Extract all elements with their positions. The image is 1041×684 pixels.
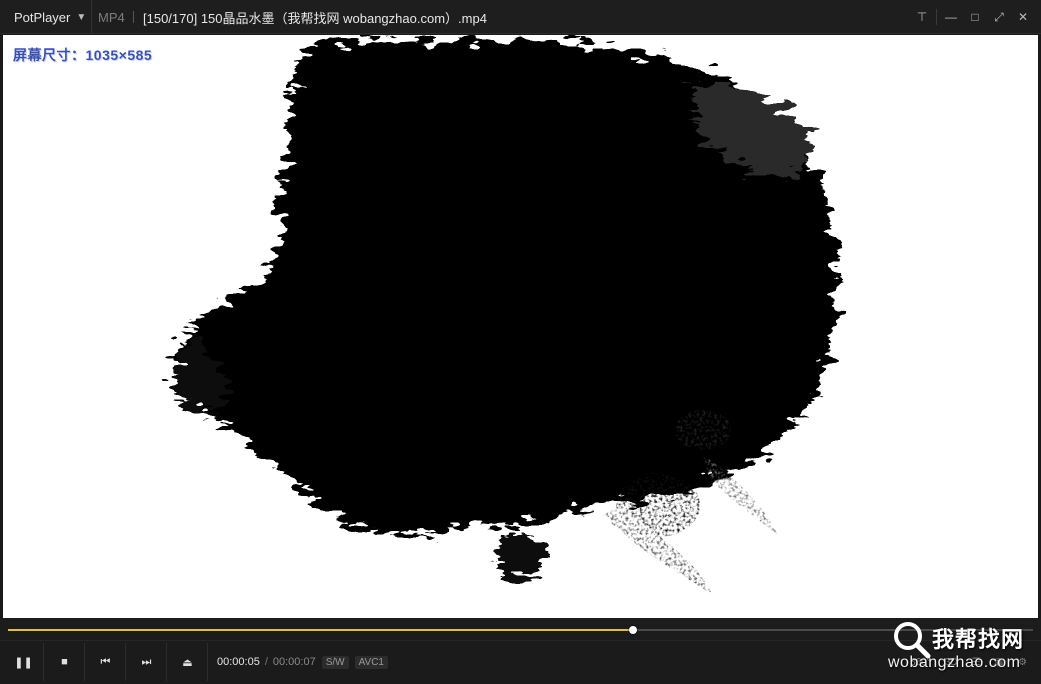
time-display: 00:00:05 / 00:00:07 S/W AVC1 bbox=[217, 641, 388, 683]
chevron-down-icon: ▼ bbox=[76, 11, 87, 23]
pin-icon: ⊤ bbox=[916, 10, 928, 24]
maximize-icon: □ bbox=[971, 10, 979, 24]
right-controls: 360° 3D ☰ ▣ ⚙ bbox=[896, 641, 1027, 683]
renderer-tag[interactable]: S/W bbox=[321, 655, 349, 669]
fullscreen-button[interactable]: ⤢ bbox=[987, 5, 1011, 29]
pause-button[interactable]: ❚❚ bbox=[4, 643, 44, 681]
control-bar: ❚❚ ■ ⏮ ⏭ ⏏ 00:00:05 / 00:00:07 S/W AVC1 360°… bbox=[0, 640, 1041, 684]
close-button[interactable]: ✕ bbox=[1011, 5, 1035, 29]
pin-button[interactable]: ⊤ bbox=[910, 5, 934, 29]
video-area[interactable]: 屏幕尺寸：1035×585 bbox=[3, 35, 1038, 618]
codec-tag[interactable]: AVC1 bbox=[354, 655, 388, 669]
previous-button[interactable]: ⏮ bbox=[86, 643, 126, 681]
previous-icon: ⏮ bbox=[100, 655, 111, 668]
vr-360-button[interactable]: 360° bbox=[910, 657, 931, 668]
eject-icon: ⏏ bbox=[182, 656, 193, 669]
ink-splash-frame bbox=[173, 37, 838, 595]
seek-bar[interactable] bbox=[0, 618, 1041, 640]
seek-progress bbox=[8, 629, 633, 631]
total-time: 00:00:07 bbox=[272, 656, 316, 668]
divider bbox=[936, 9, 937, 25]
pause-icon: ❚❚ bbox=[14, 656, 33, 669]
current-time: 00:00:05 bbox=[217, 656, 260, 668]
stop-button[interactable]: ■ bbox=[45, 643, 85, 681]
next-button[interactable]: ⏭ bbox=[127, 643, 167, 681]
app-name: PotPlayer bbox=[14, 9, 71, 25]
3d-button[interactable]: 3D bbox=[945, 657, 958, 668]
minimize-button[interactable]: — bbox=[939, 5, 963, 29]
next-icon: ⏭ bbox=[141, 655, 152, 668]
screen-button[interactable]: ▣ bbox=[995, 657, 1004, 668]
close-icon: ✕ bbox=[1017, 10, 1029, 24]
time-separator: / bbox=[264, 656, 268, 668]
format-label: MP4 bbox=[98, 9, 125, 25]
fullscreen-icon: ⤢ bbox=[994, 9, 1004, 24]
maximize-button[interactable]: □ bbox=[963, 5, 987, 29]
file-title: [150/170] 150晶品水墨（我帮找网 wobangzhao.com）.m… bbox=[143, 10, 487, 26]
minimize-icon: — bbox=[945, 10, 957, 24]
app-menu-button[interactable]: PotPlayer ▼ bbox=[0, 0, 92, 34]
settings-button[interactable]: ⚙ bbox=[1018, 657, 1027, 668]
playlist-button[interactable]: ☰ bbox=[972, 657, 981, 668]
stop-icon: ■ bbox=[61, 656, 68, 668]
seek-track[interactable] bbox=[8, 626, 1033, 634]
divider bbox=[133, 11, 134, 23]
seek-handle[interactable] bbox=[629, 626, 637, 634]
osd-screen-size: 屏幕尺寸：1035×585 bbox=[13, 47, 153, 63]
window-controls: ⊤ — □ ⤢ ✕ bbox=[910, 0, 1035, 34]
title-bar: PotPlayer ▼ MP4 [150/170] 150晶品水墨（我帮找网 w… bbox=[0, 0, 1041, 34]
eject-button[interactable]: ⏏ bbox=[168, 643, 208, 681]
